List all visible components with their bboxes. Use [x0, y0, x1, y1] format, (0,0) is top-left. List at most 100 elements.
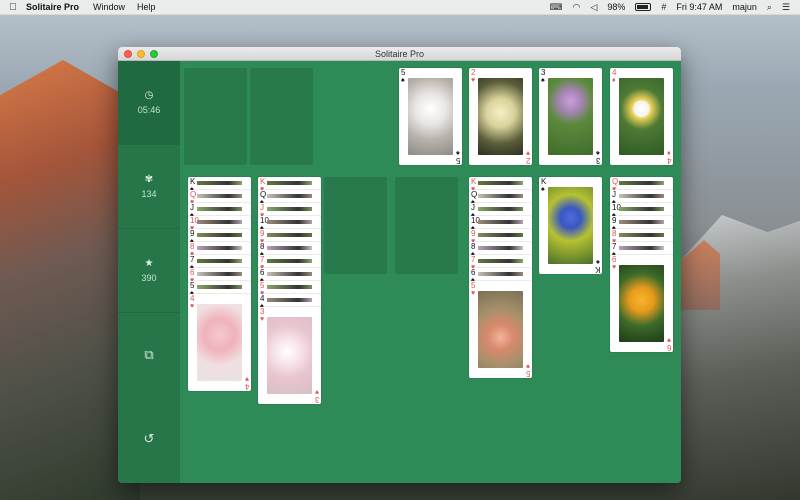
- zoom-button[interactable]: [150, 50, 158, 58]
- card-rank: 9: [471, 229, 476, 238]
- card-photo-strip: [478, 272, 523, 276]
- card-rank: 4: [190, 294, 195, 303]
- menu-window[interactable]: Window: [93, 2, 125, 12]
- card-photo: [408, 78, 453, 155]
- game-table: 5♠5♠2♥2♥3♠3♠4♦4♦K♠Q♥J♠10♥9♠8♥7♠6♥5♠4♥4♥K…: [180, 61, 681, 483]
- undo-button[interactable]: ↺: [118, 397, 180, 481]
- window-title: Solitaire Pro: [374, 48, 425, 59]
- card-rank: 3: [260, 307, 265, 316]
- card-rank: 7: [612, 242, 617, 251]
- tableau-card[interactable]: 6 ♥ 6 ♥: [610, 255, 673, 352]
- foundation-card-1[interactable]: 5 ♠ 5 ♠: [399, 68, 462, 165]
- clock-icon: ◷: [144, 90, 154, 101]
- card-rank: J: [471, 203, 475, 212]
- battery-percent[interactable]: 98%: [607, 2, 625, 12]
- foundation-card-3[interactable]: 3 ♠ 3 ♠: [539, 68, 602, 165]
- card-rank: 6: [612, 255, 617, 264]
- card-rank: 5: [190, 281, 195, 290]
- card-photo: [619, 265, 664, 342]
- tableau-empty-slot-4[interactable]: [395, 177, 458, 274]
- wifi-icon[interactable]: ◠: [573, 2, 581, 13]
- card-rank: J: [612, 190, 616, 199]
- tableau-empty-slot-3[interactable]: [324, 177, 387, 274]
- card-photo: [197, 304, 242, 381]
- card-rank: 8: [260, 242, 265, 251]
- card-rank-bottom: K: [594, 265, 600, 274]
- undo-icon: ↺: [143, 431, 155, 446]
- timer-value: 05:46: [137, 105, 161, 115]
- card-rank: 5: [260, 281, 265, 290]
- menu-app-name[interactable]: Solitaire Pro: [26, 2, 79, 12]
- card-rank: J: [190, 203, 194, 212]
- battery-icon[interactable]: [635, 3, 652, 11]
- card-rank: K: [260, 177, 266, 186]
- card-photo-strip: [267, 233, 312, 237]
- card-photo-strip: [267, 298, 312, 302]
- close-button[interactable]: [124, 50, 132, 58]
- card-rank: 5: [401, 68, 406, 77]
- card-suit-icon: ♠: [401, 77, 405, 84]
- card-rank: 8: [612, 229, 617, 238]
- card-rank-bottom: 2: [525, 156, 530, 165]
- card-photo-strip: [619, 194, 664, 198]
- volume-icon[interactable]: ◁: [590, 2, 597, 13]
- card-photo-strip: [197, 207, 242, 211]
- card-photo-strip: [619, 246, 664, 250]
- menu-extras: ⌨ ◠ ◁ 98% # Fri 9:47 AM majun ⌕ ☰: [550, 2, 800, 13]
- card-rank: 8: [190, 242, 195, 251]
- card-suit-icon: ♥: [190, 303, 195, 310]
- card-suit-bottom-icon: ♦: [667, 149, 671, 156]
- waste-pile[interactable]: [250, 68, 313, 165]
- card-rank: K: [471, 177, 477, 186]
- stats-sidebar: ◷ 05:46 ✾ 134 ★ 390 ⧉ ↺: [118, 61, 180, 483]
- card-suit-icon: ♦: [612, 77, 616, 84]
- foundation-card-4[interactable]: 4 ♦ 4 ♦: [610, 68, 673, 165]
- tableau-card[interactable]: 3 ♥ 3 ♥: [258, 307, 321, 404]
- stock-pile[interactable]: [184, 68, 247, 165]
- card-rank-bottom: 3: [595, 156, 600, 165]
- play-video-icon: ⧉: [144, 347, 154, 362]
- card-rank: Q: [471, 190, 478, 199]
- card-photo-strip: [197, 220, 242, 224]
- card-rank: 8: [471, 242, 476, 251]
- card-rank-bottom: 5: [455, 156, 460, 165]
- card-photo-strip: [619, 207, 664, 211]
- menu-clock[interactable]: Fri 9:47 AM: [676, 2, 722, 12]
- spotlight-search-icon[interactable]: ⌕: [767, 2, 772, 13]
- card-photo: [478, 78, 523, 155]
- card-rank-bottom: 5: [525, 369, 530, 378]
- card-photo: [478, 291, 523, 368]
- card-rank: 5: [471, 281, 476, 290]
- card-suit-icon: ♥: [471, 290, 476, 297]
- card-photo-strip: [478, 181, 523, 185]
- card-photo-strip: [267, 207, 312, 211]
- card-photo-strip: [478, 246, 523, 250]
- moves-stat: ✾ 134: [118, 145, 180, 229]
- timer-stat: ◷ 05:46: [118, 61, 180, 145]
- menu-help[interactable]: Help: [137, 2, 156, 12]
- apple-menu-icon[interactable]: : [0, 2, 26, 13]
- card-photo-strip: [619, 233, 664, 237]
- solitaire-window: Solitaire Pro ◷ 05:46 ✾ 134 ★ 390 ⧉ ↺ 5 …: [118, 47, 681, 483]
- tableau-card[interactable]: 4 ♥ 4 ♥: [188, 294, 251, 391]
- card-suit-icon: ♠: [541, 77, 545, 84]
- card-suit-bottom-icon: ♠: [596, 149, 600, 156]
- keyboard-icon[interactable]: ⌨: [550, 2, 563, 13]
- card-suit-bottom-icon: ♥: [525, 362, 530, 369]
- hashtag-icon[interactable]: #: [661, 2, 666, 12]
- card-photo: [267, 317, 312, 394]
- foundation-card-2[interactable]: 2 ♥ 2 ♥: [469, 68, 532, 165]
- tableau-card[interactable]: K ♠ K ♠: [539, 177, 602, 274]
- window-titlebar[interactable]: Solitaire Pro: [118, 47, 681, 61]
- card-suit-icon: ♥: [471, 77, 476, 84]
- moves-value: 134: [141, 189, 157, 199]
- card-photo-strip: [197, 246, 242, 250]
- menu-user[interactable]: majun: [732, 2, 757, 12]
- replay-button[interactable]: ⧉: [118, 313, 180, 397]
- desktop-mountain-peak: [680, 240, 720, 310]
- tableau-card[interactable]: 5 ♥ 5 ♥: [469, 281, 532, 378]
- card-rank-bottom: 6: [666, 343, 671, 352]
- notification-center-icon[interactable]: ☰: [782, 2, 790, 13]
- card-rank: 7: [471, 255, 476, 264]
- minimize-button[interactable]: [137, 50, 145, 58]
